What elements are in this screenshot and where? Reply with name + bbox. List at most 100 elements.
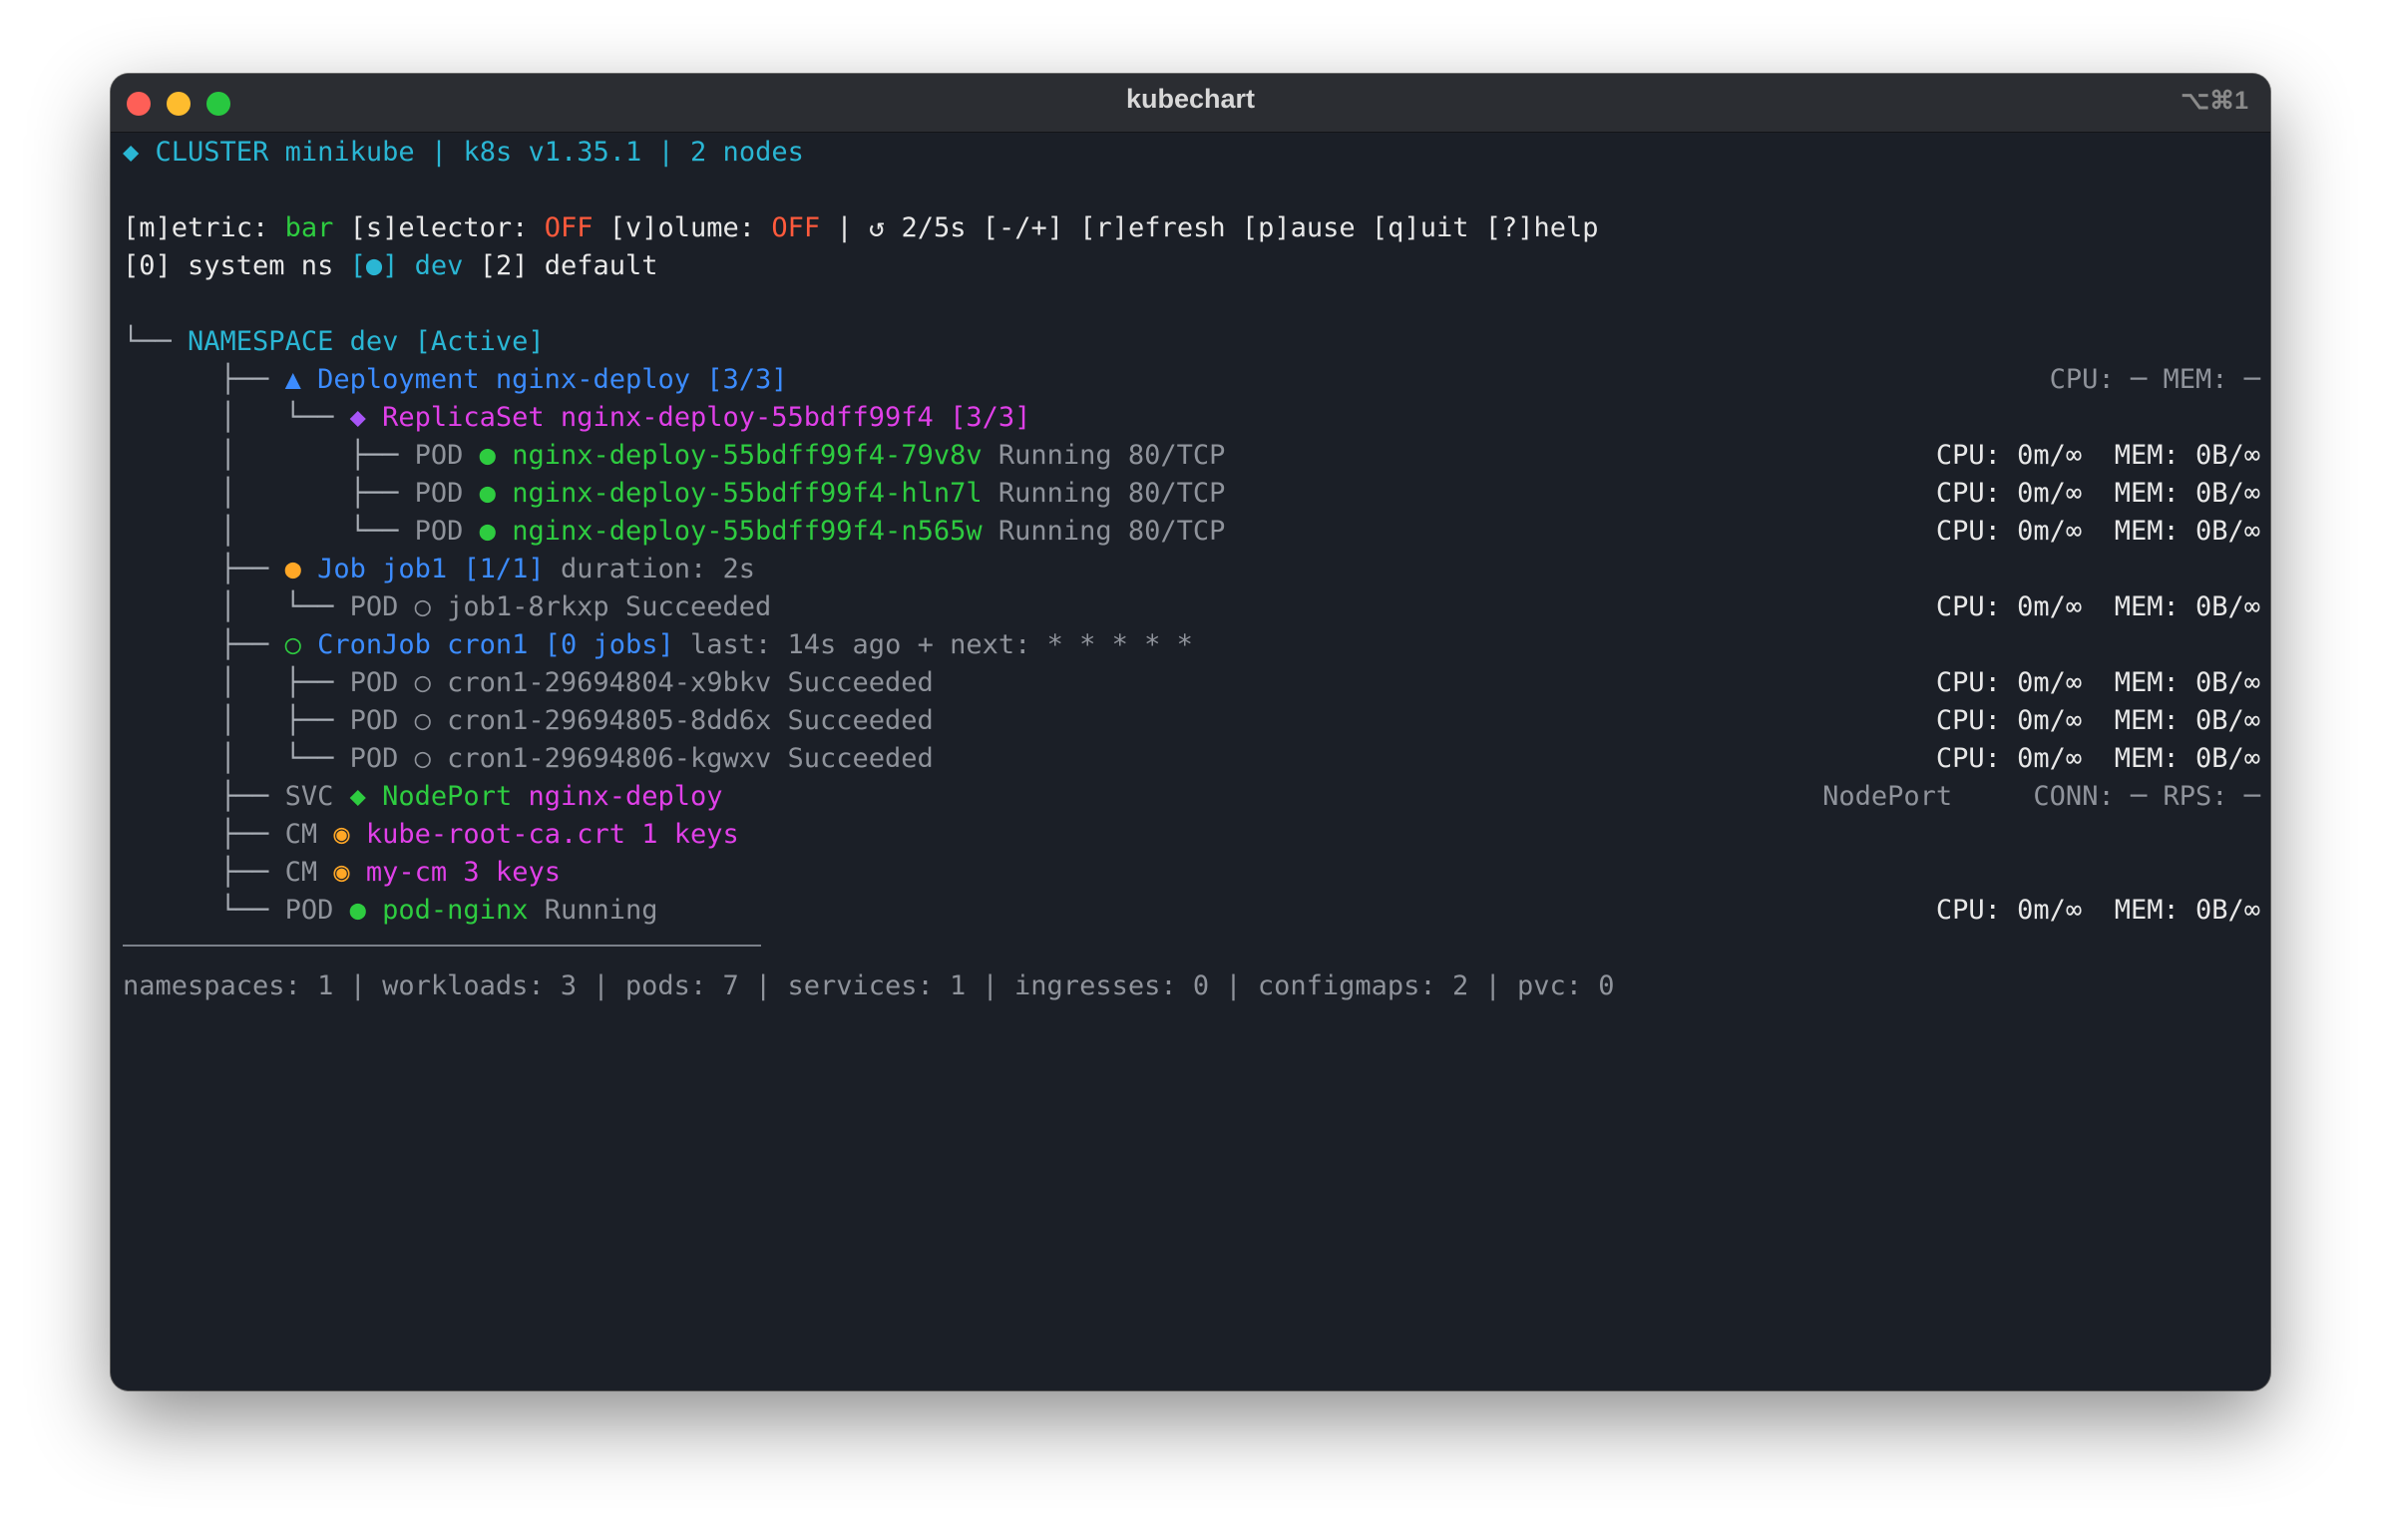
tab-dev[interactable]: dev [415, 250, 464, 281]
tree-branch: └── [284, 743, 350, 774]
pod-metrics: CPU: 0m/∞ MEM: 0B/∞ [1936, 588, 2260, 626]
pod-cpu: CPU: 0m/∞ [1935, 743, 2083, 774]
tree-cronjob[interactable]: ├── ○ CronJob cron1 [0 jobs] last: 14s a… [123, 626, 2270, 664]
controls-separator: | [836, 212, 853, 243]
job-status-dot-icon: ● [284, 554, 301, 584]
pod-metrics: CPU: 0m/∞ MEM: 0B/∞ [1936, 437, 2260, 475]
svc-diamond-icon: ◆ [349, 781, 366, 812]
pod-status-dot-icon: ● [479, 440, 496, 471]
tree-service[interactable]: ├── SVC ◆ NodePort nginx-deploy NodePort … [123, 778, 2270, 816]
pod-mem: MEM: 0B/∞ [2114, 478, 2260, 509]
controls-bar: [m]etric: bar [s]elector: OFF [v]olume: … [123, 209, 2270, 247]
cluster-label: CLUSTER [155, 137, 269, 168]
pause-key[interactable]: [p]ause [1242, 212, 1356, 243]
svc-type: NodePort [382, 781, 513, 812]
selector-key[interactable]: [s]elector: [350, 212, 529, 243]
tree-deployment[interactable]: ├── ▲ Deployment nginx-deploy [3/3] CPU: … [123, 361, 2270, 399]
quit-key[interactable]: [q]uit [1372, 212, 1469, 243]
tree-indent: │ [123, 591, 285, 622]
tree-branch: └── [349, 516, 415, 547]
volume-key[interactable]: [v]olume: [609, 212, 755, 243]
cm-kind: CM [284, 819, 318, 850]
configmap-icon: ◉ [333, 819, 350, 850]
pod-metrics: CPU: 0m/∞ MEM: 0B/∞ [1936, 513, 2260, 551]
refresh-interval: 2/5s [901, 212, 967, 243]
pod-status: Running 80/TCP [997, 516, 1226, 547]
tree-branch: ├── [219, 364, 285, 395]
tree-branch: ├── [219, 629, 285, 660]
cluster-diamond-icon: ◆ [123, 137, 140, 168]
title-bar: kubechart ⌥⌘1 [111, 74, 2270, 133]
pod-cpu: CPU: 0m/∞ [1935, 478, 2083, 509]
namespace-tabs: [0] system ns [●] dev [2] default [123, 247, 2270, 285]
pod-name: pod-nginx [382, 895, 529, 926]
deployment-label: Deployment nginx-deploy [3/3] [317, 364, 788, 395]
namespace-label: NAMESPACE dev [Active] [188, 326, 545, 357]
pod-kind: POD [414, 478, 464, 509]
pod-row[interactable]: │ └── POD ○ cron1-29694806-kgwxv Succeed… [123, 740, 2270, 778]
cron-pod-text: POD ○ cron1-29694805-8dd6x Succeeded [349, 705, 934, 736]
tree-branch: ├── [219, 819, 285, 850]
pod-kind: POD [284, 895, 334, 926]
pod-metrics: CPU: 0m/∞ MEM: 0B/∞ [1936, 740, 2260, 778]
tree-configmap[interactable]: ├── CM ◉ kube-root-ca.crt 1 keys [123, 816, 2270, 854]
pod-mem: MEM: 0B/∞ [2114, 516, 2260, 547]
svc-name: nginx-deploy [528, 781, 723, 812]
tree-indent: │ [123, 743, 285, 774]
tree-branch: ├── [349, 440, 415, 471]
tab-dev-active-marker[interactable]: [●] [350, 250, 399, 281]
configmap-name: kube-root-ca.crt 1 keys [365, 819, 739, 850]
refresh-cycle-icon: ↺ [868, 212, 886, 243]
deployment-triangle-icon: ▲ [284, 364, 301, 395]
svc-metrics: NodePort CONN: ─ RPS: ─ [1822, 778, 2260, 816]
tree-branch: ├── [284, 667, 350, 698]
cronjob-label: CronJob cron1 [0 jobs] [317, 629, 674, 660]
pod-metrics: CPU: 0m/∞ MEM: 0B/∞ [1936, 892, 2260, 930]
pod-row[interactable]: │ ├── POD ● nginx-deploy-55bdff99f4-79v8… [123, 437, 2270, 475]
tree-branch: └── [284, 402, 350, 433]
job-duration: duration: 2s [560, 554, 756, 584]
tree-namespace[interactable]: └── NAMESPACE dev [Active] [123, 323, 2270, 361]
job-pod-text: POD ○ job1-8rkxp Succeeded [349, 591, 772, 622]
cm-kind: CM [284, 857, 318, 888]
tree-replicaset[interactable]: │ └── ◆ ReplicaSet nginx-deploy-55bdff99… [123, 399, 2270, 437]
pod-row[interactable]: │ └── POD ○ job1-8rkxp Succeeded CPU: 0m/… [123, 588, 2270, 626]
tree-indent: │ [123, 667, 285, 698]
cron-pod-text: POD ○ cron1-29694806-kgwxv Succeeded [349, 743, 934, 774]
configmap-icon: ◉ [333, 857, 350, 888]
selector-value: OFF [544, 212, 594, 243]
pod-row[interactable]: │ ├── POD ○ cron1-29694805-8dd6x Succeed… [123, 702, 2270, 740]
volume-value: OFF [771, 212, 821, 243]
tab-system-ns[interactable]: [0] system ns [123, 250, 333, 281]
replicaset-diamond-icon: ◆ [349, 402, 366, 433]
pod-mem: MEM: 0B/∞ [2114, 591, 2260, 622]
pod-cpu: CPU: 0m/∞ [1935, 705, 2083, 736]
pod-row[interactable]: └── POD ● pod-nginx Running CPU: 0m/∞ MEM… [123, 892, 2270, 930]
pod-mem: MEM: 0B/∞ [2114, 895, 2260, 926]
pod-row[interactable]: │ ├── POD ● nginx-deploy-55bdff99f4-hln7… [123, 475, 2270, 513]
tree-branch: ├── [219, 554, 285, 584]
tab-default[interactable]: [2] default [480, 250, 658, 281]
k8s-version: k8s v1.35.1 [463, 137, 642, 168]
pod-kind: POD [414, 516, 464, 547]
header-separator: | [657, 137, 674, 168]
pod-status-dot-icon: ● [349, 895, 366, 926]
terminal-content[interactable]: ◆ CLUSTER minikube | k8s v1.35.1 | 2 nod… [123, 132, 2270, 1390]
pod-row[interactable]: │ └── POD ● nginx-deploy-55bdff99f4-n565… [123, 513, 2270, 551]
refresh-key[interactable]: [r]efresh [1079, 212, 1225, 243]
interval-adjust-key[interactable]: [-/+] [983, 212, 1063, 243]
cluster-name: minikube [284, 137, 415, 168]
tree-branch: ├── [219, 781, 285, 812]
svc-conn-rps: CONN: ─ RPS: ─ [2033, 781, 2260, 812]
tree-configmap[interactable]: ├── CM ◉ my-cm 3 keys [123, 854, 2270, 892]
metric-key[interactable]: [m]etric: [123, 212, 268, 243]
pod-status-dot-icon: ● [479, 516, 496, 547]
tree-job[interactable]: ├── ● Job job1 [1/1] duration: 2s [123, 551, 2270, 588]
help-key[interactable]: [?]help [1485, 212, 1599, 243]
pod-row[interactable]: │ ├── POD ○ cron1-29694804-x9bkv Succeed… [123, 664, 2270, 702]
